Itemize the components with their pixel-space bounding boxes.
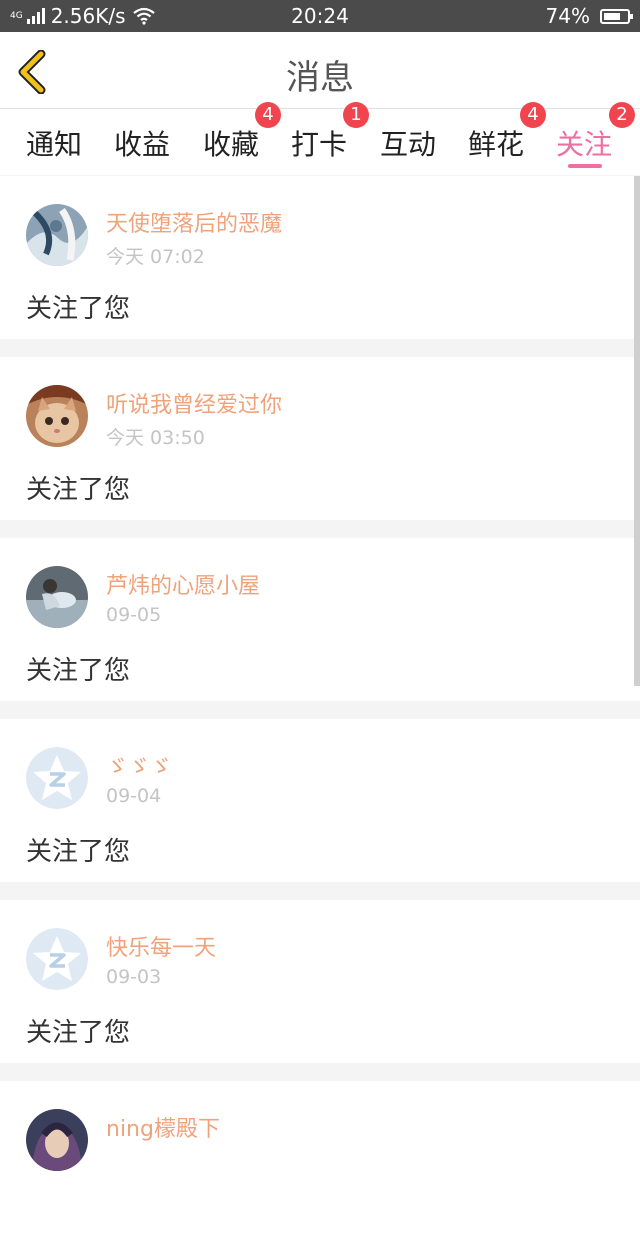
list-item[interactable]: 芦炜的心愿小屋 09-05 关注了您	[0, 538, 640, 701]
tab-flowers[interactable]: 鲜花	[468, 123, 524, 163]
default-z-avatar-icon[interactable]	[26, 747, 88, 809]
message-time: 09-05	[106, 604, 162, 626]
message-text: 关注了您	[26, 1018, 131, 1048]
tab-checkin[interactable]: 打卡	[291, 123, 347, 163]
tab-interaction[interactable]: 互动	[380, 123, 436, 163]
list-item[interactable]: 听说我曾经爱过你 今天 03:50 关注了您	[0, 357, 640, 520]
scrollbar[interactable]	[634, 176, 640, 686]
status-right: 74%	[545, 4, 633, 28]
message-time: 今天 03:50	[106, 427, 205, 449]
sender-name[interactable]: 芦炜的心愿小屋	[106, 568, 260, 600]
battery-icon	[600, 8, 633, 24]
tab-bar: 通知 收益 收藏 打卡 互动 鲜花 关注 4 1 4 2	[0, 102, 640, 175]
tab-follow[interactable]: 关注	[556, 123, 612, 163]
kitten-avatar-icon[interactable]	[26, 385, 88, 447]
message-text: 关注了您	[26, 837, 131, 867]
list-item[interactable]: ゞゞゞ 09-04 关注了您	[0, 719, 640, 882]
sender-name[interactable]: 天使堕落后的恶魔	[106, 206, 282, 238]
badge-flowers: 4	[520, 102, 546, 128]
message-text: 关注了您	[26, 475, 131, 505]
active-tab-indicator	[568, 164, 602, 168]
battery-percent: 74%	[545, 4, 590, 28]
nav-header: 消息	[0, 32, 640, 109]
badge-favorites: 4	[255, 102, 281, 128]
tab-earnings[interactable]: 收益	[114, 123, 170, 163]
badge-follow: 2	[609, 102, 635, 128]
tab-notice[interactable]: 通知	[26, 123, 82, 163]
sender-name[interactable]: ning檬殿下	[106, 1111, 220, 1143]
sender-name[interactable]: 快乐每一天	[106, 930, 216, 962]
photo-avatar-icon[interactable]	[26, 566, 88, 628]
page-title: 消息	[286, 58, 354, 98]
message-time: 09-04	[106, 785, 162, 807]
list-item[interactable]: 天使堕落后的恶魔 今天 07:02 关注了您	[0, 176, 640, 339]
list-item[interactable]: 快乐每一天 09-03 关注了您	[0, 900, 640, 1063]
message-time: 今天 07:02	[106, 246, 205, 268]
badge-checkin: 1	[343, 102, 369, 128]
clock: 20:24	[291, 4, 349, 28]
tab-favorites[interactable]: 收藏	[203, 123, 259, 163]
photo-avatar-icon[interactable]	[26, 204, 88, 266]
message-text: 关注了您	[26, 656, 131, 686]
sender-name[interactable]: ゞゞゞ	[106, 749, 172, 781]
list-item[interactable]: ning檬殿下	[0, 1081, 640, 1244]
message-time: 09-03	[106, 966, 162, 988]
default-z-avatar-icon[interactable]	[26, 928, 88, 990]
photo-avatar-icon[interactable]	[26, 1109, 88, 1171]
status-bar: 4G 2.56K/s 20:24 74%	[0, 0, 640, 32]
message-text: 关注了您	[26, 294, 131, 324]
sender-name[interactable]: 听说我曾经爱过你	[106, 387, 282, 419]
